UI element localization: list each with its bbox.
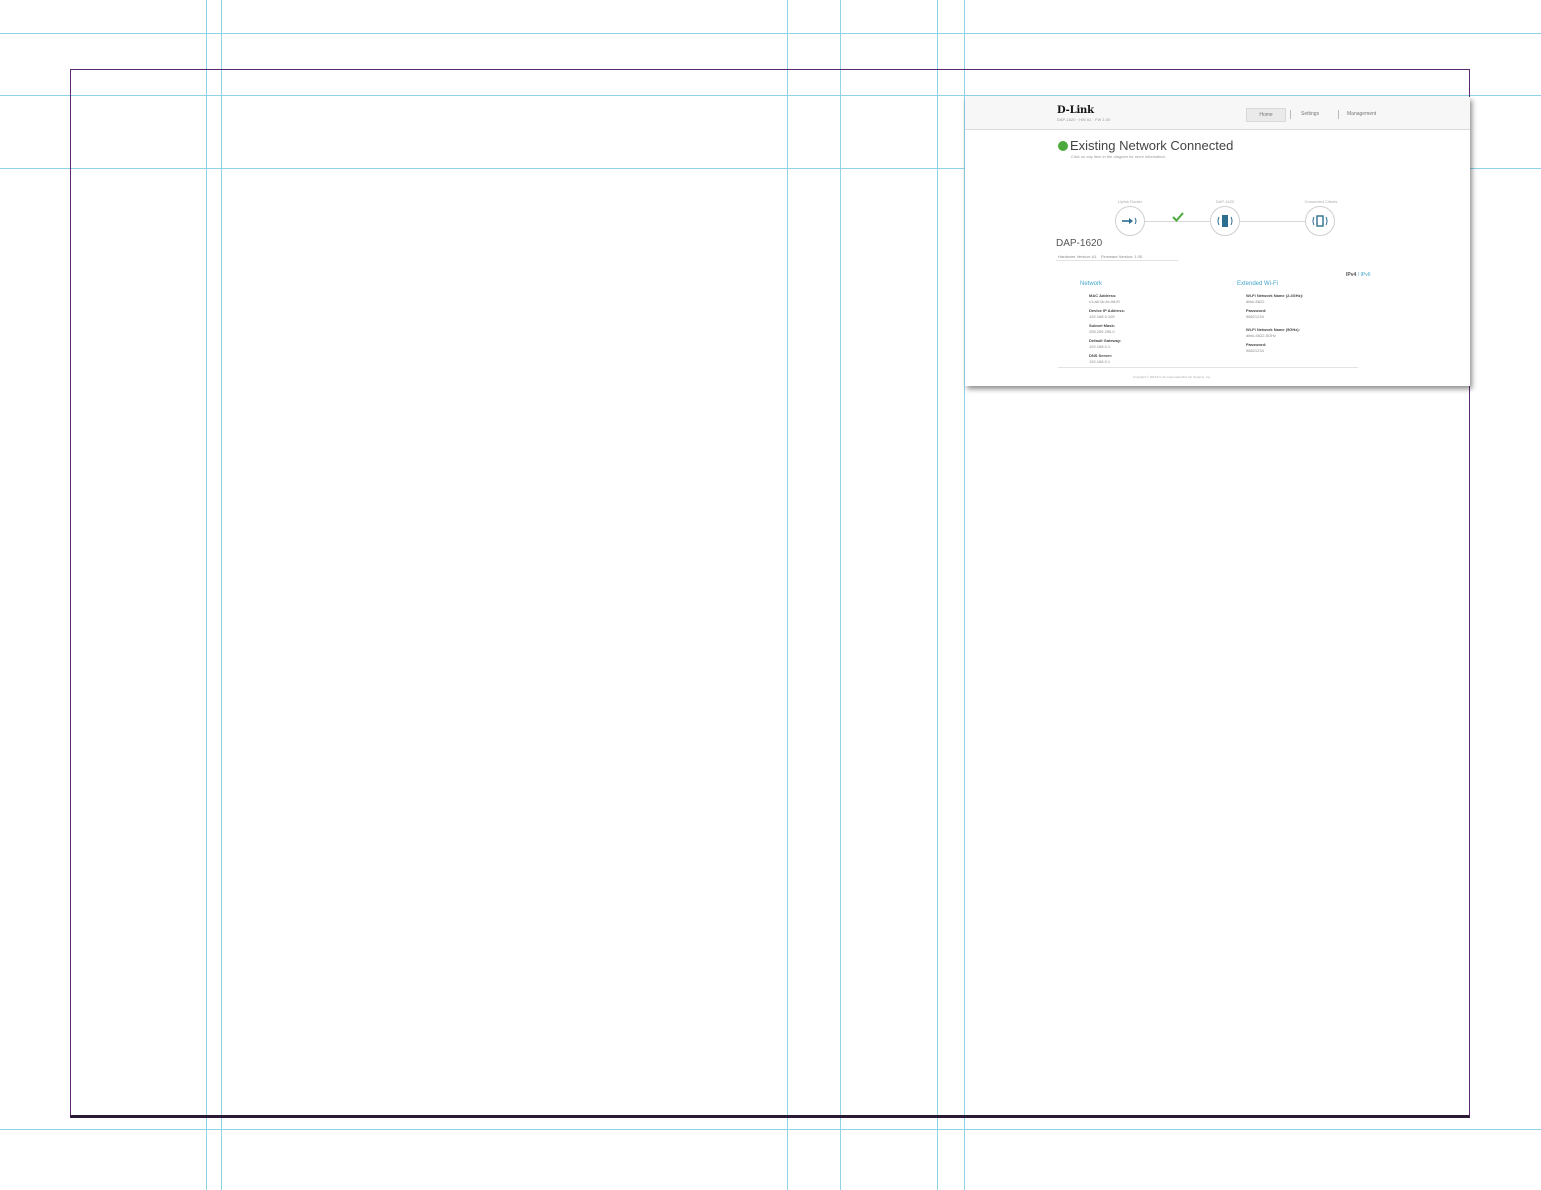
- diagram-link: [1240, 221, 1305, 222]
- router-uplink-icon: [1122, 217, 1137, 225]
- status-subtitle: Click on any item in the diagram for mor…: [1071, 154, 1166, 159]
- device-ip-value: 192.168.0.105: [1089, 314, 1115, 319]
- ip-toggle-separator: /: [1357, 272, 1360, 278]
- dns-server-value: 192.168.0.1: [1089, 359, 1111, 364]
- brand-logo[interactable]: D-Link: [1057, 105, 1094, 116]
- status-indicator-icon: [1058, 141, 1068, 151]
- mac-address-label: MAC Address:: [1089, 293, 1117, 298]
- wifi-heading: Extended Wi-Fi: [1237, 281, 1279, 287]
- nav-management[interactable]: Management: [1347, 108, 1376, 120]
- footer-divider: [1058, 367, 1358, 368]
- wifi-5ghz-password-label: Password:: [1246, 342, 1267, 347]
- guide-line: [0, 1129, 1541, 1130]
- router-ui-screenshot: D-Link DAP-1620 · HW A1 · FW 1.00 Home S…: [965, 97, 1470, 386]
- node-label-clients: Connected Clients: [1304, 199, 1338, 204]
- subnet-mask-value: 255.255.255.0: [1089, 329, 1115, 334]
- divider: [1056, 260, 1178, 261]
- checkmark-icon: [1172, 212, 1184, 222]
- wifi-5ghz-name-label: Wi-Fi Network Name (5GHz):: [1246, 327, 1300, 332]
- ipv4-tab[interactable]: IPv4: [1346, 272, 1356, 278]
- wifi-24ghz-name-label: Wi-Fi Network Name (2.4GHz):: [1246, 293, 1304, 298]
- extender-icon: [1217, 215, 1233, 227]
- extender-node[interactable]: [1210, 206, 1240, 236]
- firmware-version: Firmware Version: 1.00: [1101, 254, 1143, 259]
- wifi-24ghz-password-label: Password:: [1246, 308, 1267, 313]
- ip-version-toggle: IPv4 / IPv6: [1346, 272, 1370, 278]
- nav-settings[interactable]: Settings: [1301, 108, 1319, 120]
- wifi-24ghz-password-value: 98621234: [1246, 314, 1264, 319]
- default-gateway-label: Default Gateway:: [1089, 338, 1122, 343]
- clients-node[interactable]: [1305, 206, 1335, 236]
- node-label-uplink: Uplink Router: [1117, 199, 1143, 204]
- default-gateway-value: 192.168.0.1: [1089, 344, 1111, 349]
- wifi-5ghz-name-value: dlink-5622-5GHz: [1246, 333, 1277, 338]
- node-label-extender: DAP-1620: [1215, 199, 1235, 204]
- device-name: DAP-1620: [1056, 238, 1103, 249]
- nav-separator: [1338, 110, 1339, 119]
- top-bar: D-Link DAP-1620 · HW A1 · FW 1.00 Home S…: [965, 97, 1470, 130]
- brand-subtitle: DAP-1620 · HW A1 · FW 1.00: [1057, 117, 1111, 122]
- nav-home[interactable]: Home: [1246, 108, 1286, 122]
- network-heading: Network: [1080, 281, 1103, 287]
- copyright: Copyright © 2015 D-Link Corporation/D-Li…: [1133, 375, 1211, 379]
- hardware-version: Hardware Version: A1: [1058, 254, 1097, 259]
- mac-address-value: c1:a8:1b:6c:06:f0: [1089, 299, 1120, 304]
- subnet-mask-label: Subnet Mask:: [1089, 323, 1116, 328]
- dns-server-label: DNS Server:: [1089, 353, 1113, 358]
- guide-line: [0, 33, 1541, 34]
- nav-separator: [1290, 110, 1291, 119]
- status-title: Existing Network Connected: [1070, 138, 1234, 153]
- wifi-24ghz-name-value: dlink-5622: [1246, 299, 1265, 304]
- uplink-router-node[interactable]: [1115, 206, 1145, 236]
- ipv6-tab[interactable]: IPv6: [1360, 272, 1370, 278]
- clients-icon: [1312, 215, 1328, 227]
- device-ip-label: Device IP Address:: [1089, 308, 1126, 313]
- wifi-5ghz-password-value: 98621234: [1246, 348, 1264, 353]
